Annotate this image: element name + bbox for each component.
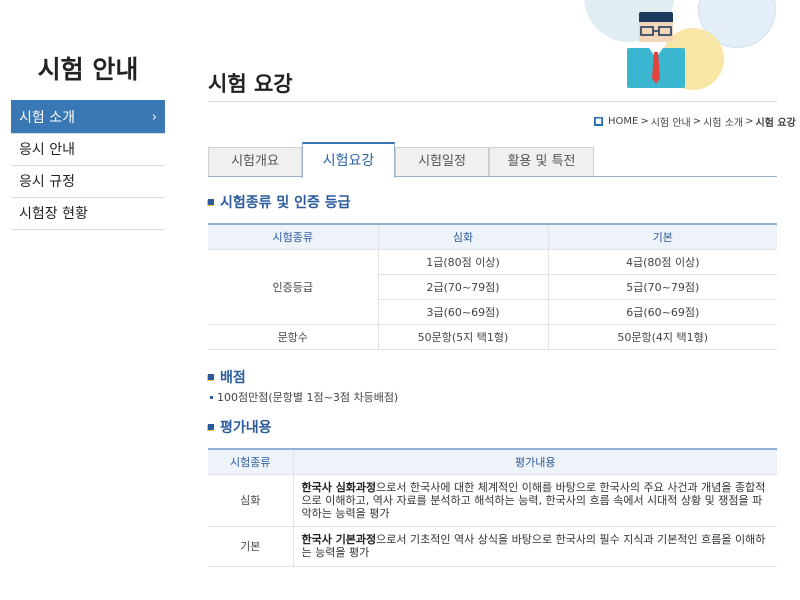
column-header: 심화 xyxy=(377,223,548,250)
row-header: 인증등급 xyxy=(208,248,379,325)
section-title: 배점 xyxy=(220,370,246,386)
breadcrumb-link[interactable]: 시험 소개 xyxy=(703,114,743,129)
sidebar-item-label: 시험장 현황 xyxy=(19,206,88,222)
sidebar-menu: 시험 소개 › 응시 안내 응시 규정 시험장 현황 xyxy=(11,102,165,230)
sidebar-item-label: 시험 소개 xyxy=(19,110,75,126)
breadcrumb-separator: > xyxy=(745,116,754,127)
column-header: 시험종류 xyxy=(208,223,378,250)
table-row: 인증등급 1급(80점 이상) 4급(80점 이상) xyxy=(208,248,777,325)
sidebar-title: 시험 안내 xyxy=(37,55,139,84)
square-bullet-icon xyxy=(208,424,214,430)
column-header: 시험종류 xyxy=(208,448,293,475)
row-header: 심화 xyxy=(208,473,293,527)
column-header: 평가내용 xyxy=(292,448,777,475)
course-name: 한국사 심화과정 xyxy=(301,480,377,494)
sidebar-item-test-sites[interactable]: 시험장 현황 xyxy=(11,198,165,230)
sidebar-item-apply-guide[interactable]: 응시 안내 xyxy=(11,134,165,166)
sidebar-item-label: 응시 안내 xyxy=(19,142,75,158)
table-cell: 한국사 기본과정으로서 기초적인 역사 상식을 바탕으로 한국사의 필수 지식과… xyxy=(292,525,777,567)
scoring-bullet: 100점만점(문항별 1점~3점 차등배점) xyxy=(210,389,398,405)
table-cell: 50문항(4지 택1형) xyxy=(547,323,777,350)
section-heading-evaluation: 평가내용 xyxy=(208,417,272,437)
tab-benefits[interactable]: 활용 및 특전 xyxy=(489,147,594,176)
table-cell: 3급(60~69점) xyxy=(378,298,548,325)
column-header: 기본 xyxy=(547,223,777,250)
page-title: 시험 요강 xyxy=(208,72,293,96)
square-bullet-icon xyxy=(208,374,214,380)
table-cell: 1급(80점 이상) xyxy=(377,248,548,275)
section-heading-grades: 시험종류 및 인증 등급 xyxy=(208,192,351,212)
sidebar-item-label: 응시 규정 xyxy=(19,174,75,190)
table-row: 심화 한국사 심화과정으로서 한국사에 대한 체계적인 이해를 바탕으로 한국사… xyxy=(208,473,777,527)
table-cell: 50문항(5지 택1형) xyxy=(377,323,548,350)
tab-bar: 시험개요 시험요강 시험일정 활용 및 특전 xyxy=(208,142,777,178)
title-divider xyxy=(208,101,777,102)
row-header: 기본 xyxy=(208,525,293,567)
breadcrumb-link[interactable]: 시험 안내 xyxy=(651,114,691,129)
home-icon[interactable]: ■ xyxy=(594,117,603,126)
table-cell: 5급(70~79점) xyxy=(547,273,777,300)
section-title: 평가내용 xyxy=(220,420,272,436)
grade-table: 시험종류 심화 기본 인증등급 1급(80점 이상) 4급(80점 이상) 2급… xyxy=(208,223,777,350)
person-icon xyxy=(627,12,685,88)
section-heading-scoring: 배점 xyxy=(208,367,246,387)
table-cell: 4급(80점 이상) xyxy=(547,248,777,275)
chevron-right-icon: › xyxy=(151,110,157,125)
square-bullet-icon xyxy=(208,199,214,205)
bullet-text: 100점만점(문항별 1점~3점 차등배점) xyxy=(217,391,399,404)
sidebar-item-apply-rules[interactable]: 응시 규정 xyxy=(11,166,165,198)
sidebar-item-exam-intro[interactable]: 시험 소개 › xyxy=(11,102,165,134)
tab-overview[interactable]: 시험개요 xyxy=(208,147,302,176)
course-name: 한국사 기본과정 xyxy=(301,533,377,546)
breadcrumb-separator: > xyxy=(640,116,649,127)
table-cell: 2급(70~79점) xyxy=(378,273,548,300)
table-header-row: 시험종류 심화 기본 xyxy=(208,223,777,250)
section-title: 시험종류 및 인증 등급 xyxy=(220,195,351,211)
table-row: 문항수 50문항(5지 택1형) 50문항(4지 택1형) xyxy=(208,323,777,350)
table-cell: 한국사 심화과정으로서 한국사에 대한 체계적인 이해를 바탕으로 한국사의 주… xyxy=(292,473,777,527)
tab-exam-outline[interactable]: 시험요강 xyxy=(302,142,395,178)
evaluation-table: 시험종류 평가내용 심화 한국사 심화과정으로서 한국사에 대한 체계적인 이해… xyxy=(208,448,777,567)
tab-baseline xyxy=(208,176,777,177)
header-illustration xyxy=(580,0,800,90)
breadcrumb: ■ HOME > 시험 안내 > 시험 소개 > 시험 요강 xyxy=(594,114,796,129)
row-header: 문항수 xyxy=(208,323,379,350)
table-header-row: 시험종류 평가내용 xyxy=(208,448,777,475)
tab-schedule[interactable]: 시험일정 xyxy=(395,147,489,176)
bullet-icon xyxy=(210,395,213,399)
breadcrumb-current: 시험 요강 xyxy=(755,118,796,129)
table-cell: 6급(60~69점) xyxy=(547,298,777,325)
table-row: 기본 한국사 기본과정으로서 기초적인 역사 상식을 바탕으로 한국사의 필수 … xyxy=(208,525,777,567)
breadcrumb-separator: > xyxy=(692,116,702,127)
breadcrumb-link[interactable]: HOME xyxy=(608,116,638,127)
